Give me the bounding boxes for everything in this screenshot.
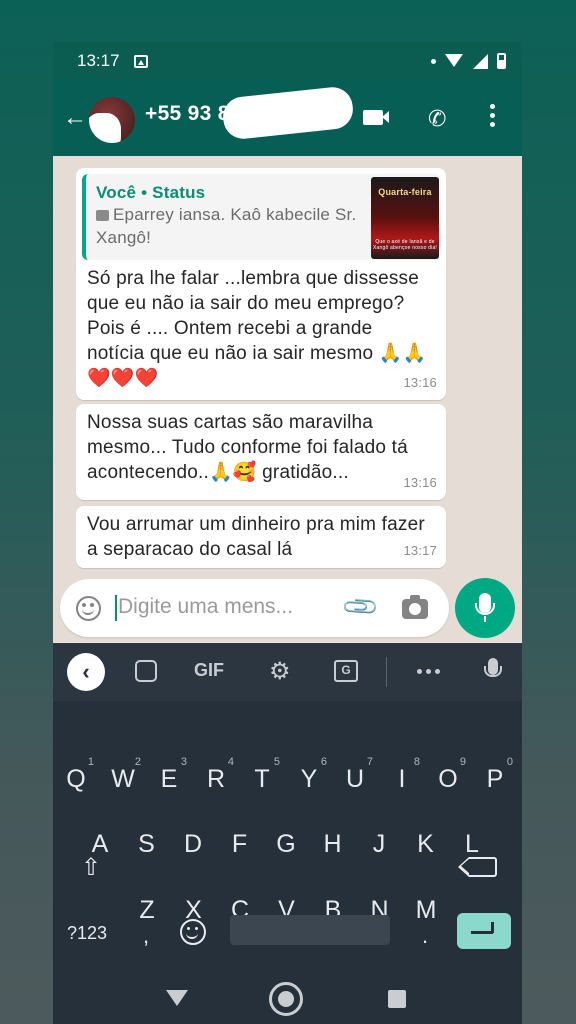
key[interactable]: 3E [149, 756, 189, 794]
composer: 📎 [60, 579, 449, 637]
attach-icon[interactable]: 📎 [340, 587, 382, 629]
key[interactable]: D [173, 830, 213, 859]
key[interactable]: 6Y [289, 756, 329, 794]
navigation-bar [53, 970, 522, 1024]
chat-header: ← +55 93 8 ✆ [53, 80, 522, 156]
gallery-notification-icon [133, 54, 148, 68]
battery-icon [497, 53, 506, 69]
nav-home-icon[interactable] [269, 982, 303, 1016]
key[interactable]: G [266, 830, 306, 859]
image-icon [96, 210, 109, 221]
more-icon[interactable] [417, 669, 440, 674]
quote-text: Eparrey iansa. Kaô kabecile Sr. Xangô! [96, 205, 357, 247]
keyboard: ‹ GIF ⚙ G 1Q2W3E4R5T6Y7U8I9O0P ASDFGHJKL… [53, 643, 522, 970]
chat-area[interactable]: Você • Status Eparrey iansa. Kaô kabecil… [53, 156, 522, 642]
keyboard-emoji-icon[interactable] [180, 919, 206, 945]
nav-back-icon[interactable] [166, 990, 188, 1006]
key[interactable]: 7U [335, 756, 375, 794]
key[interactable]: 5T [242, 756, 282, 794]
voice-record-button[interactable] [455, 578, 515, 638]
key[interactable]: L [452, 830, 492, 859]
camera-icon[interactable] [402, 595, 428, 619]
message-time: 13:16 [403, 475, 437, 490]
enter-key[interactable] [457, 913, 511, 949]
key[interactable]: 9O [428, 756, 468, 794]
status-thumbnail: Quarta-feira Que o axé de Iansã e de Xan… [371, 177, 439, 259]
toolbar-divider [386, 657, 387, 687]
key[interactable]: 0P [475, 756, 515, 794]
text-cursor [115, 595, 117, 621]
key[interactable]: H [313, 830, 353, 859]
message-bubble[interactable]: Você • Status Eparrey iansa. Kaô kabecil… [76, 168, 446, 400]
key[interactable]: 2W [103, 756, 143, 794]
gif-button[interactable]: GIF [194, 660, 224, 681]
key[interactable]: Z [127, 896, 167, 925]
chevron-left-icon[interactable]: ‹ [67, 653, 105, 691]
message-text: Vou arrumar um dinheiro pra mim fazer a … [87, 514, 425, 560]
key[interactable]: F [220, 830, 260, 859]
key[interactable]: S [127, 830, 167, 859]
wifi-icon [445, 54, 463, 68]
phone-screen: 13:17 ← +55 93 8 ✆ Você • Status Eparrey… [53, 42, 522, 1024]
key[interactable]: M [406, 896, 446, 925]
quote-author: Você • Status [96, 183, 206, 202]
video-call-icon[interactable] [363, 110, 389, 125]
phone-call-icon[interactable]: ✆ [428, 106, 446, 132]
message-text: Nossa suas cartas são maravilha mesmo...… [87, 412, 408, 483]
comma-key[interactable]: , [143, 923, 149, 949]
key[interactable]: K [406, 830, 446, 859]
message-input[interactable] [118, 595, 338, 619]
contact-name[interactable]: +55 93 8 [145, 102, 230, 126]
shift-key[interactable]: ⇧ [71, 853, 111, 882]
thumbnail-caption: Que o axé de Iansã e de Xangô abençoe no… [373, 239, 438, 251]
message-bubble[interactable]: Nossa suas cartas são maravilha mesmo...… [76, 404, 446, 500]
key[interactable]: J [359, 830, 399, 859]
signal-icon [472, 53, 488, 69]
key[interactable]: 1Q [56, 756, 96, 794]
message-bubble[interactable]: Vou arrumar um dinheiro pra mim fazer a … [76, 506, 446, 568]
notification-dot-icon [431, 58, 436, 64]
key[interactable]: 4R [196, 756, 236, 794]
symbols-key[interactable]: ?123 [67, 923, 107, 944]
status-icons [431, 53, 506, 69]
keyboard-toolbar: ‹ GIF ⚙ G [53, 643, 522, 701]
translate-icon[interactable]: G [334, 660, 358, 682]
avatar[interactable] [89, 97, 135, 143]
keyboard-mic-icon[interactable] [484, 658, 502, 677]
nav-recents-icon[interactable] [388, 990, 406, 1008]
status-bar: 13:17 [53, 42, 522, 80]
more-options-icon[interactable] [490, 104, 495, 127]
gear-icon[interactable]: ⚙ [269, 657, 291, 686]
emoji-icon[interactable] [76, 596, 101, 621]
quoted-status[interactable]: Você • Status Eparrey iansa. Kaô kabecil… [82, 174, 441, 260]
message-time: 13:17 [403, 543, 437, 558]
period-key[interactable]: . [422, 923, 428, 949]
mic-icon [475, 593, 495, 615]
mic-stem [484, 616, 486, 622]
sticker-icon[interactable] [135, 660, 157, 682]
message-time: 13:16 [403, 375, 437, 390]
space-bar[interactable] [230, 915, 390, 945]
message-text: Só pra lhe falar ...lembra que dissesse … [87, 268, 427, 389]
backspace-icon[interactable] [458, 856, 497, 877]
key[interactable]: 8I [382, 756, 422, 794]
redaction-mark [221, 85, 355, 141]
thumbnail-title: Quarta-feira [378, 187, 432, 197]
status-time: 13:17 [77, 51, 120, 70]
back-arrow-icon[interactable]: ← [63, 106, 87, 130]
